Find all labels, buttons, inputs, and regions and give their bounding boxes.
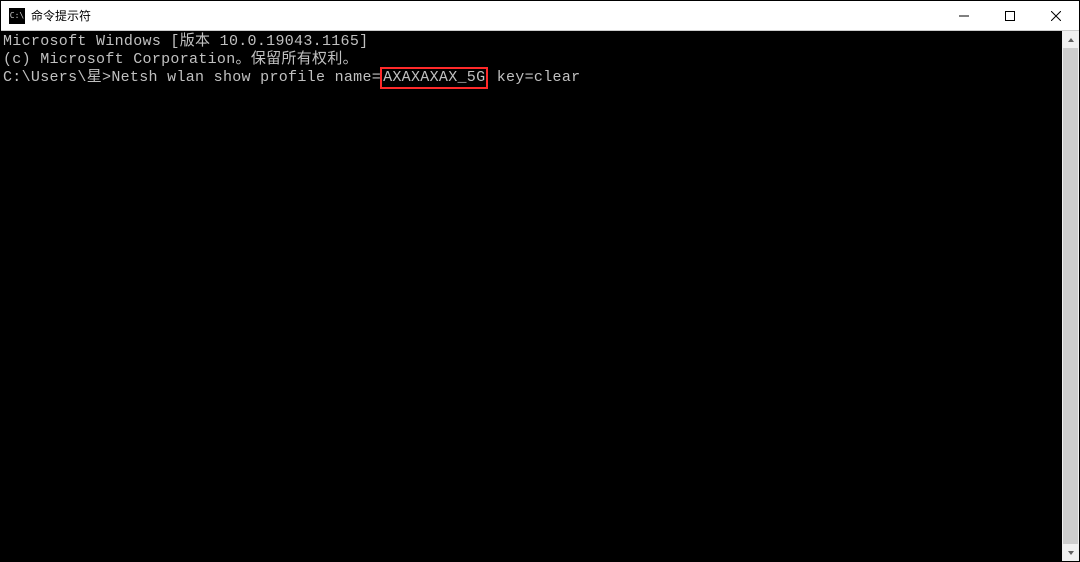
command-prompt-window: C:\ 命令提示符 Microsoft Windows [版本 10.0.190… [0,0,1080,562]
highlighted-profile-name: AXAXAXAX_5G [380,67,488,89]
window-title: 命令提示符 [31,7,91,24]
command-prompt-icon: C:\ [9,8,25,24]
minimize-icon [959,11,969,21]
terminal-command-line: C:\Users\星>Netsh wlan show profile name=… [3,69,1060,87]
titlebar[interactable]: C:\ 命令提示符 [1,1,1079,31]
text-run: Microsoft Windows [版本 [3,33,220,50]
scroll-up-button[interactable] [1062,31,1079,48]
scroll-down-button[interactable] [1062,544,1079,561]
command-text: Netsh wlan show profile name= [111,69,381,86]
command-text: key=clear [487,69,580,86]
vertical-scrollbar[interactable] [1062,31,1079,561]
terminal-line: (c) Microsoft Corporation。保留所有权利。 [3,51,1060,69]
minimize-button[interactable] [941,1,987,30]
window-controls [941,1,1079,30]
close-icon [1051,11,1061,21]
terminal-line: Microsoft Windows [版本 10.0.19043.1165] [3,33,1060,51]
scroll-thumb[interactable] [1063,48,1078,544]
chevron-up-icon [1067,36,1075,44]
text-run: ] [359,33,368,50]
app-icon-label: C:\ [10,12,24,20]
maximize-button[interactable] [987,1,1033,30]
close-button[interactable] [1033,1,1079,30]
client-area: Microsoft Windows [版本 10.0.19043.1165](c… [1,31,1079,561]
chevron-down-icon [1067,549,1075,557]
titlebar-left: C:\ 命令提示符 [1,7,941,24]
maximize-icon [1005,11,1015,21]
terminal-output[interactable]: Microsoft Windows [版本 10.0.19043.1165](c… [1,31,1062,561]
text-run: 10.0.19043.1165 [220,33,360,50]
prompt-text: C:\Users\星> [3,69,111,86]
